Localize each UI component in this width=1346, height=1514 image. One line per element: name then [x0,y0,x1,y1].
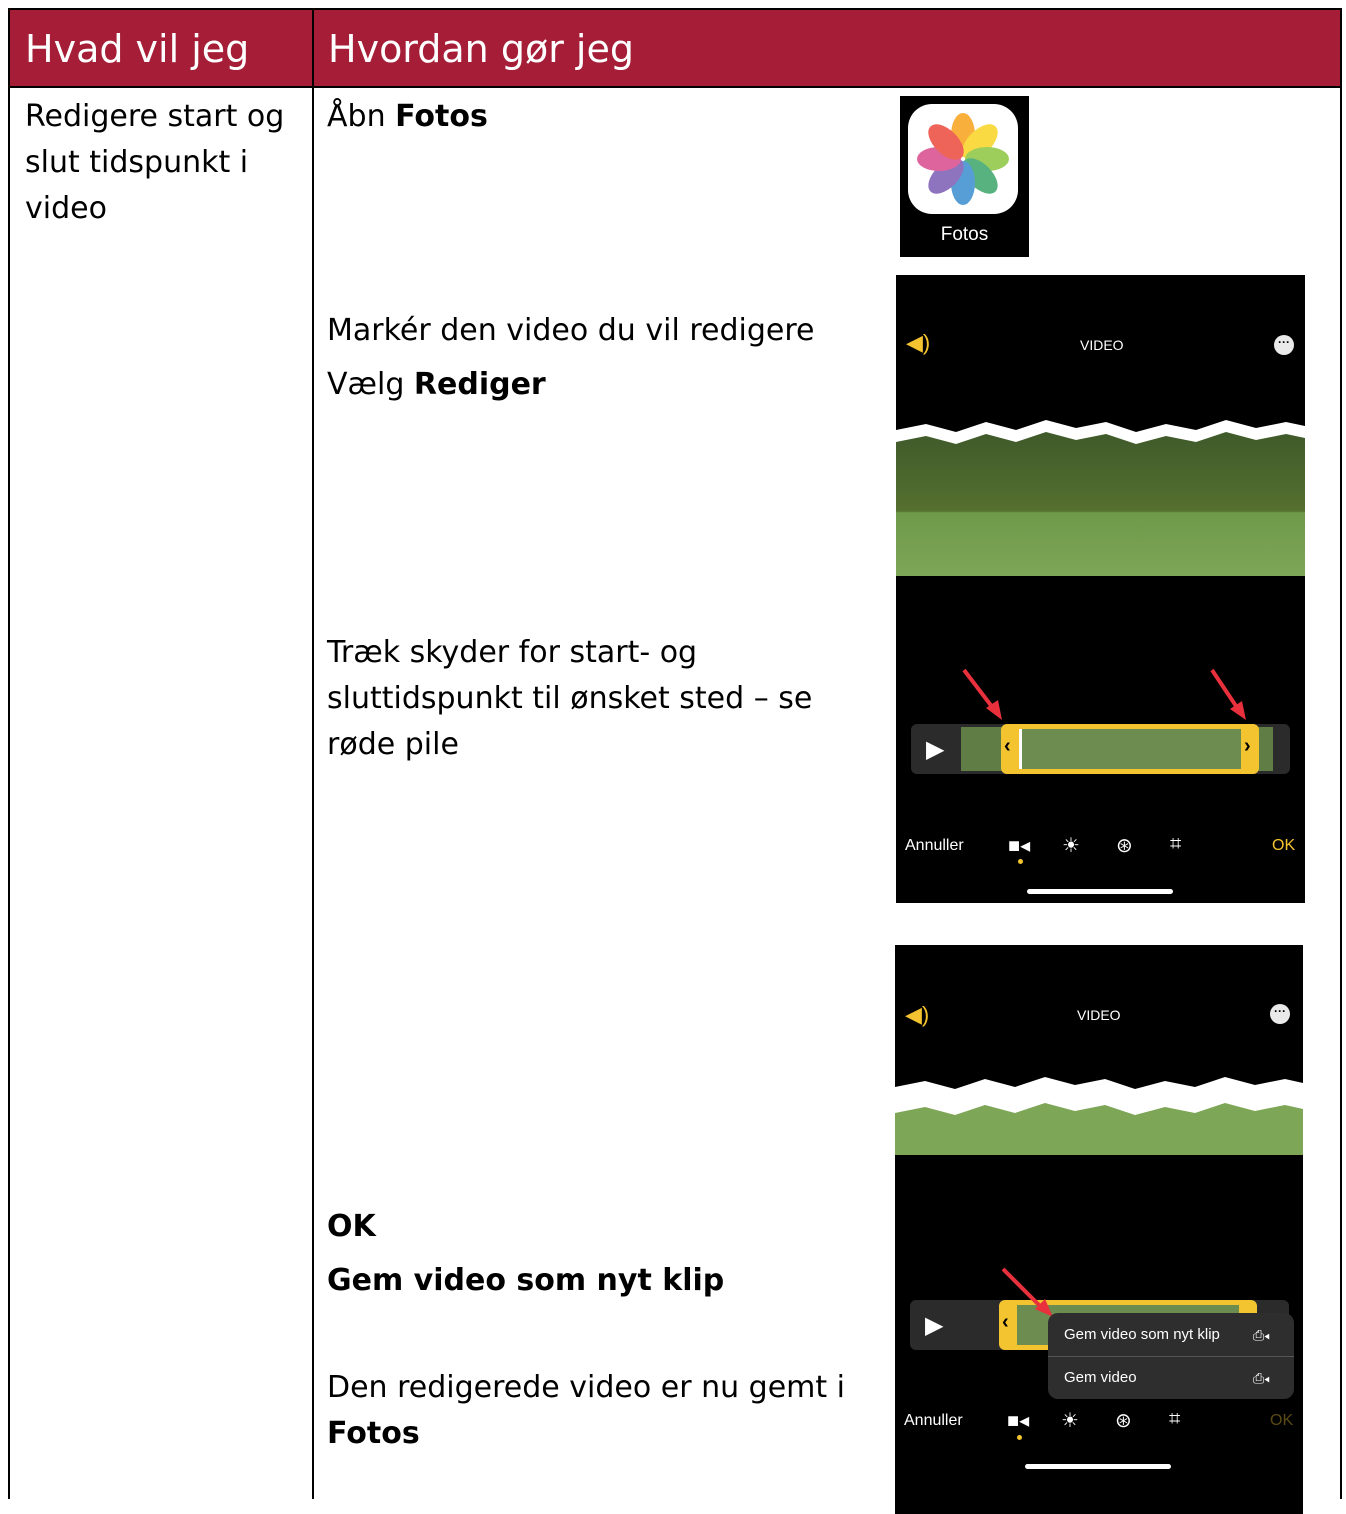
what-line-1: Redigere start og [25,99,285,134]
header-how: Hvordan gør jeg [328,27,634,71]
active-tool-dot [1018,859,1023,864]
crop-tool-icon[interactable]: ⌗ [1169,1408,1180,1431]
step-ok: OK [327,1209,376,1244]
video-tool-icon[interactable]: ■◂ [1008,833,1030,858]
fotos-app-label: Fotos [940,224,989,245]
ok-button[interactable]: OK [1272,837,1295,855]
save-menu: Gem video som nyt klip ⎙◂ Gem video ⎙◂ [1048,1313,1294,1399]
step-choose: Vælg Rediger [327,362,546,408]
step-open-prefix: Åbn [327,99,396,134]
what-line-2: slut tidspunkt i [25,145,249,180]
speaker-icon: ◀) [906,330,931,355]
step-choose-prefix: Vælg [327,367,414,402]
video-tool-icon[interactable]: ■◂ [1007,1408,1029,1433]
ok-button[interactable]: OK [1270,1412,1293,1430]
home-indicator [1027,889,1173,894]
what-line-3: video [25,191,107,226]
trim-end-handle[interactable]: › [1244,735,1251,758]
step-save-new: Gem video som nyt klip [327,1263,725,1298]
video-save-icon: ⎙◂ [1253,1327,1270,1343]
video-title: VIDEO [1080,337,1124,353]
step-drag-line-2: sluttidspunkt til ønsket sted – se [327,681,813,716]
table-header: Hvad vil jeg Hvordan gør jeg [10,10,1340,88]
step-mark: Markér den video du vil redigere [327,313,815,348]
cancel-button[interactable]: Annuller [905,837,964,855]
play-button[interactable]: ▶ [925,1311,943,1340]
speaker-icon: ◀) [905,1002,930,1027]
play-button[interactable]: ▶ [926,735,944,764]
photos-flower-icon [908,104,1018,214]
home-indicator [1025,1464,1171,1469]
step-saved-line: Den redigerede video er nu gemt i [327,1370,846,1405]
cancel-button[interactable]: Annuller [904,1412,963,1430]
more-icon: ··· [1270,1004,1290,1024]
video-save-icon: ⎙◂ [1253,1370,1270,1386]
fotos-app-icon: Fotos [900,96,1029,257]
red-arrows [962,668,1246,720]
more-icon: ··· [1274,335,1294,355]
adjust-tool-icon[interactable]: ☀ [1062,833,1080,858]
step-open: Åbn Fotos [327,94,488,140]
menu-save-new-clip[interactable]: Gem video som nyt klip [1064,1326,1220,1343]
step-drag-line-1: Træk skyder for start- og [327,635,698,670]
trim-start-handle[interactable]: ‹ [1004,735,1011,758]
menu-save-video[interactable]: Gem video [1064,1369,1137,1386]
video-edit-screenshot: ◀) VIDEO ··· ▶ ‹ › Annuller ■◂ ☀ ⊛ ⌗ OK [896,275,1305,903]
crop-tool-icon[interactable]: ⌗ [1170,833,1181,856]
video-preview [895,1077,1303,1155]
video-title: VIDEO [1077,1007,1121,1023]
step-choose-action: Rediger [413,367,546,402]
step-saved-app: Fotos [327,1416,420,1451]
video-preview [896,420,1305,576]
filters-tool-icon[interactable]: ⊛ [1115,1408,1132,1433]
menu-divider [1048,1356,1294,1357]
step-open-app: Fotos [395,99,488,134]
save-menu-screenshot: ◀) VIDEO ··· ▶ ‹ Gem video som nyt klip … [895,945,1303,1514]
step-drag-line-3: røde pile [327,727,459,762]
header-what: Hvad vil jeg [25,27,250,71]
active-tool-dot [1017,1435,1022,1440]
adjust-tool-icon[interactable]: ☀ [1061,1408,1079,1433]
filters-tool-icon[interactable]: ⊛ [1116,833,1133,858]
column-divider [312,10,314,1499]
trim-selection[interactable] [1001,724,1259,774]
